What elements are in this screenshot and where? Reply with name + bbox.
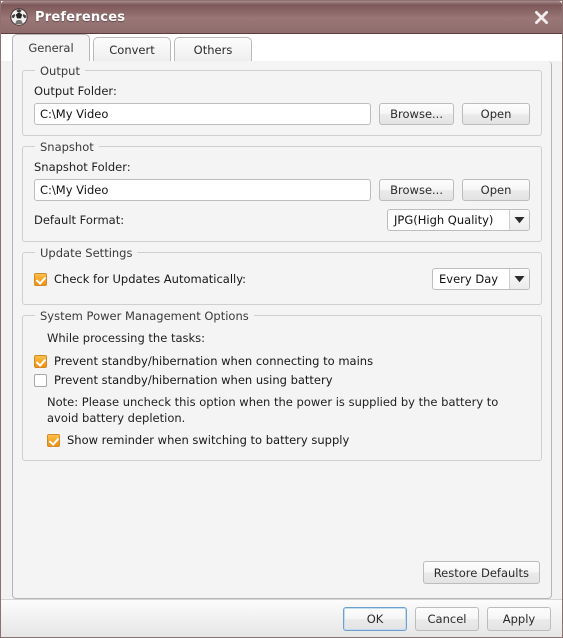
output-folder-input[interactable] [34, 103, 372, 125]
prevent-standby-battery-row: Prevent standby/hibernation when using b… [34, 373, 530, 387]
tab-general[interactable]: General [12, 34, 90, 61]
snapshot-group: Snapshot Snapshot Folder: Browse... Open… [22, 140, 542, 242]
snapshot-folder-row: Browse... Open [34, 179, 530, 201]
general-tab-panel: Output Output Folder: Browse... Open Sna… [12, 61, 552, 599]
output-browse-button[interactable]: Browse... [379, 103, 454, 125]
prevent-standby-battery-label: Prevent standby/hibernation when using b… [54, 373, 333, 387]
show-reminder-row: Show reminder when switching to battery … [47, 433, 530, 447]
snapshot-format-value: JPG(High Quality) [394, 213, 494, 227]
power-management-legend: System Power Management Options [35, 309, 254, 323]
prevent-standby-battery-checkbox[interactable] [34, 373, 47, 387]
battery-note-text: Note: Please uncheck this option when th… [47, 395, 499, 425]
dialog-footer: OK Cancel Apply [1, 599, 562, 637]
tab-convert[interactable]: Convert [93, 37, 171, 61]
output-group-legend: Output [35, 64, 85, 78]
tab-strip: General Convert Others [1, 34, 562, 61]
check-updates-checkbox[interactable] [34, 272, 47, 286]
snapshot-open-button[interactable]: Open [462, 179, 530, 201]
title-bar: Preferences [1, 1, 562, 34]
ok-button[interactable]: OK [343, 606, 407, 631]
snapshot-format-select[interactable]: JPG(High Quality) [387, 209, 530, 231]
snapshot-format-label: Default Format: [34, 213, 125, 227]
show-reminder-checkbox[interactable] [47, 433, 60, 447]
restore-defaults-wrap: Restore Defaults [422, 561, 540, 584]
tab-others[interactable]: Others [174, 37, 252, 61]
chevron-down-icon [509, 210, 529, 230]
output-open-button[interactable]: Open [462, 103, 530, 125]
tab-convert-label: Convert [109, 42, 155, 57]
output-group: Output Output Folder: Browse... Open [22, 64, 542, 136]
show-reminder-label: Show reminder when switching to battery … [67, 433, 350, 448]
snapshot-browse-button[interactable]: Browse... [379, 179, 454, 201]
update-settings-legend: Update Settings [35, 246, 138, 260]
snapshot-group-legend: Snapshot [35, 140, 99, 154]
power-intro-text: While processing the tasks: [47, 331, 206, 345]
snapshot-format-row: Default Format: JPG(High Quality) [34, 209, 530, 231]
prevent-standby-mains-checkbox[interactable] [34, 354, 47, 368]
prevent-standby-mains-label: Prevent standby/hibernation when connect… [54, 354, 374, 368]
soccer-ball-icon [10, 8, 28, 26]
check-updates-label: Check for Updates Automatically: [54, 272, 247, 286]
update-frequency-value: Every Day [439, 272, 499, 286]
restore-defaults-button[interactable]: Restore Defaults [422, 561, 540, 584]
close-icon[interactable] [528, 4, 554, 30]
preferences-window: Preferences General Convert Others Outpu… [0, 0, 563, 638]
power-management-group: System Power Management Options While pr… [22, 309, 542, 462]
update-check-row: Check for Updates Automatically: Every D… [34, 268, 530, 290]
update-settings-group: Update Settings Check for Updates Automa… [22, 246, 542, 305]
output-folder-row: Browse... Open [34, 103, 530, 125]
apply-button[interactable]: Apply [487, 606, 551, 631]
snapshot-folder-input[interactable] [34, 179, 372, 201]
tab-general-label: General [28, 41, 74, 55]
output-folder-label: Output Folder: [34, 84, 117, 98]
prevent-standby-mains-row: Prevent standby/hibernation when connect… [34, 354, 530, 368]
chevron-down-icon [509, 269, 529, 289]
window-title: Preferences [35, 9, 126, 25]
cancel-button[interactable]: Cancel [415, 606, 479, 631]
update-frequency-select[interactable]: Every Day [432, 268, 530, 290]
snapshot-folder-label: Snapshot Folder: [34, 160, 131, 174]
tab-others-label: Others [193, 42, 233, 57]
